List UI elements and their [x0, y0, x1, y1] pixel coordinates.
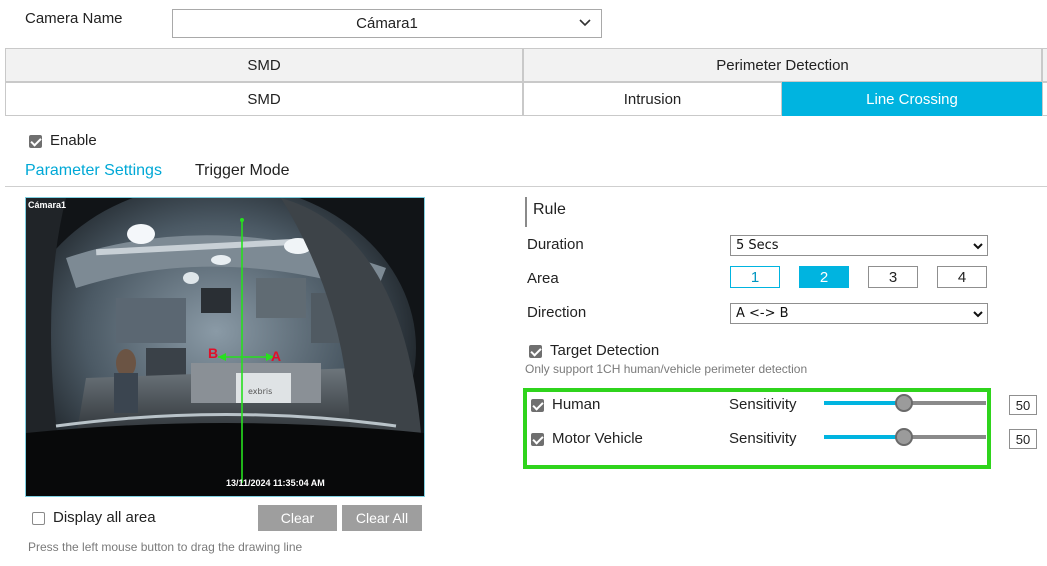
- tab-line-crossing-label: Line Crossing: [866, 90, 958, 108]
- target-detection-checkbox[interactable]: [529, 345, 542, 358]
- area-button-3[interactable]: 3: [868, 266, 918, 288]
- tab-overflow-2: [1042, 82, 1047, 116]
- tab-smd-group[interactable]: SMD: [5, 48, 523, 82]
- tab-overflow: [1042, 48, 1047, 82]
- tab-smd-group-label: SMD: [247, 56, 281, 74]
- sign-text: exbris: [248, 387, 272, 396]
- preview-timestamp: 13/11/2024 11:35:04 AM: [226, 478, 325, 488]
- duration-select[interactable]: 5 Secs: [730, 235, 988, 256]
- motor-vehicle-sensitivity-label: Sensitivity: [729, 430, 797, 447]
- target-detection-label: Target Detection: [550, 342, 660, 359]
- clear-all-button[interactable]: Clear All: [342, 505, 422, 531]
- camera-name-label: Camera Name: [25, 10, 123, 27]
- subtab-divider: [5, 186, 1047, 187]
- direction-value: A <-> B: [736, 306, 789, 321]
- tab-perimeter-detection-label: Perimeter Detection: [716, 56, 849, 74]
- camera-select-value: Cámara1: [356, 15, 418, 32]
- tab-intrusion-label: Intrusion: [623, 90, 682, 108]
- camera-select[interactable]: Cámara1: [172, 9, 602, 38]
- human-slider-track[interactable]: [906, 401, 986, 405]
- rule-title: Rule: [533, 201, 566, 218]
- preview-camera-name: Cámara1: [28, 200, 67, 210]
- tab-smd-label: SMD: [247, 90, 281, 108]
- motor-vehicle-slider-fill: [824, 435, 906, 439]
- tab-perimeter-detection[interactable]: Perimeter Detection: [523, 48, 1042, 82]
- clear-button[interactable]: Clear: [258, 505, 337, 531]
- area-button-1[interactable]: 1: [730, 266, 780, 288]
- preview-image: exbris: [26, 198, 424, 496]
- motor-vehicle-checkbox[interactable]: [531, 433, 544, 446]
- rule-title-bar: [525, 197, 527, 227]
- camera-preview[interactable]: exbris Cámara1 B A 13/11/2024 11:35:04 A…: [25, 197, 425, 497]
- target-detection-note: Only support 1CH human/vehicle perimeter…: [525, 362, 808, 376]
- human-checkbox[interactable]: [531, 399, 544, 412]
- human-label: Human: [552, 396, 601, 413]
- line-label-b: B: [208, 345, 219, 361]
- human-slider-thumb[interactable]: [895, 394, 913, 412]
- enable-checkbox[interactable]: [29, 135, 42, 148]
- chevron-down-icon: [973, 311, 983, 318]
- chevron-down-icon: [579, 19, 591, 27]
- area-label: Area: [527, 270, 559, 287]
- area-button-2[interactable]: 2: [799, 266, 849, 288]
- direction-select[interactable]: A <-> B: [730, 303, 988, 324]
- chevron-down-icon: [973, 243, 983, 250]
- human-slider-fill: [824, 401, 906, 405]
- motor-vehicle-label: Motor Vehicle: [552, 430, 643, 447]
- drawing-hint: Press the left mouse button to drag the …: [28, 540, 303, 554]
- enable-label: Enable: [50, 132, 97, 149]
- human-sensitivity-label: Sensitivity: [729, 396, 797, 413]
- line-label-a: A: [271, 348, 282, 364]
- duration-label: Duration: [527, 236, 584, 253]
- motor-vehicle-slider-thumb[interactable]: [895, 428, 913, 446]
- human-sensitivity-value[interactable]: 50: [1009, 395, 1037, 415]
- display-all-area-checkbox[interactable]: [32, 512, 45, 525]
- subtab-trigger-mode[interactable]: Trigger Mode: [195, 162, 290, 180]
- tab-smd[interactable]: SMD: [5, 82, 523, 116]
- tab-line-crossing[interactable]: Line Crossing: [782, 82, 1042, 116]
- display-all-area-label: Display all area: [53, 509, 156, 526]
- tab-intrusion[interactable]: Intrusion: [523, 82, 782, 116]
- direction-label: Direction: [527, 304, 587, 321]
- motor-vehicle-sensitivity-value[interactable]: 50: [1009, 429, 1037, 449]
- duration-value: 5 Secs: [736, 238, 779, 253]
- subtab-parameter-settings[interactable]: Parameter Settings: [25, 162, 162, 180]
- area-button-4[interactable]: 4: [937, 266, 987, 288]
- motor-vehicle-slider-track[interactable]: [906, 435, 986, 439]
